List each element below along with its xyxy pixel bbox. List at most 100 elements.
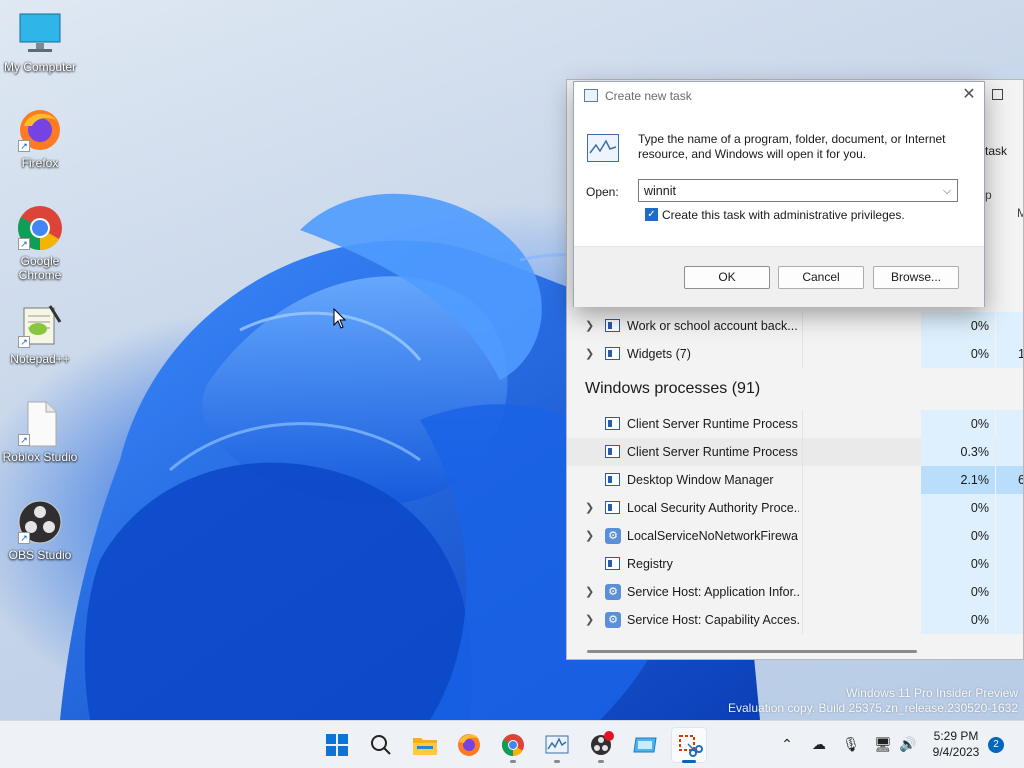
dialog-body: Type the name of a program, folder, docu… — [574, 110, 984, 246]
snipping-tool-icon — [679, 735, 703, 757]
process-name: Desktop Window Manager — [627, 473, 774, 487]
process-row[interactable]: Desktop Window Manager 2.1% 6 — [567, 466, 1023, 494]
chrome-icon — [502, 734, 524, 756]
open-label: Open: — [586, 185, 619, 199]
microphone-icon[interactable]: 🎙 — [840, 733, 862, 755]
obs-studio-icon: ↗ — [16, 498, 64, 546]
monitor-icon — [16, 10, 64, 58]
taskbar-chrome[interactable] — [495, 727, 531, 763]
taskbar-firefox[interactable] — [451, 727, 487, 763]
desktop-icon-google-chrome[interactable]: ↗ Google Chrome — [0, 204, 80, 282]
taskbar-remote-desktop[interactable] — [627, 727, 663, 763]
desktop-icon-label: Roblox Studio — [2, 450, 78, 464]
desktop-icon-roblox-studio[interactable]: ↗ Roblox Studio — [0, 400, 80, 464]
speaker-icon[interactable]: 🔊 — [897, 733, 919, 755]
desktop-icon-my-computer[interactable]: My Computer — [0, 10, 80, 74]
firefox-icon — [458, 734, 480, 756]
window-icon — [605, 347, 620, 360]
running-indicator — [554, 760, 560, 763]
taskbar-task-manager[interactable] — [539, 727, 575, 763]
window-icon — [605, 445, 620, 458]
close-icon[interactable]: ✕ — [961, 86, 977, 104]
process-cpu: 0% — [921, 410, 995, 438]
window-icon — [605, 557, 620, 570]
task-manager-icon — [545, 735, 569, 754]
process-name: Client Server Runtime Process — [627, 417, 798, 431]
open-combobox-input[interactable] — [638, 179, 958, 202]
process-row[interactable]: ❯ Widgets (7) 0% 1 — [567, 340, 1023, 368]
process-row[interactable]: Registry 0% — [567, 550, 1023, 578]
remote-desktop-icon — [633, 737, 657, 753]
taskbar: ⌃ ☁ 🎙 🖥 🔊 5:29 PM 9/4/2023 2 — [0, 720, 1024, 768]
desktop-icon-label: Notepad++ — [10, 352, 70, 366]
taskbar-file-explorer[interactable] — [407, 727, 443, 763]
process-row[interactable]: ❯ ⚙ LocalServiceNoNetworkFirewa... 0% — [567, 522, 1023, 550]
obs-studio-icon — [591, 731, 614, 755]
network-icon[interactable]: 🖥 — [872, 733, 894, 755]
window-icon — [605, 319, 620, 332]
chevron-right-icon[interactable]: ❯ — [585, 312, 594, 340]
process-name: Local Security Authority Proce... — [627, 501, 799, 515]
dialog-titlebar[interactable]: Create new task ✕ — [574, 82, 984, 110]
chevron-right-icon[interactable]: ❯ — [585, 522, 594, 550]
process-cpu: 0% — [921, 522, 995, 550]
column-header-partial: p — [985, 188, 992, 202]
process-cpu: 0% — [921, 494, 995, 522]
shortcut-arrow-icon: ↗ — [18, 434, 30, 446]
maximize-icon[interactable] — [992, 89, 1003, 100]
browse-button[interactable]: Browse... — [873, 266, 959, 289]
gear-icon: ⚙ — [605, 584, 621, 600]
chevron-right-icon[interactable]: ❯ — [585, 494, 594, 522]
process-row[interactable]: ❯ ⚙ Service Host: Application Infor... 0… — [567, 578, 1023, 606]
process-cpu: 0.3% — [921, 438, 995, 466]
running-indicator — [510, 760, 516, 763]
run-new-task-button[interactable]: task — [985, 144, 1007, 158]
onedrive-cloud-icon[interactable]: ☁ — [808, 733, 830, 755]
search-button[interactable] — [363, 727, 399, 763]
ok-button[interactable]: OK — [684, 266, 770, 289]
process-row[interactable]: Client Server Runtime Process 0% — [567, 410, 1023, 438]
admin-privileges-label[interactable]: Create this task with administrative pri… — [662, 208, 905, 222]
chevron-right-icon[interactable]: ❯ — [585, 340, 594, 368]
process-memory: 1 — [996, 340, 1023, 368]
taskbar-obs-studio[interactable] — [583, 727, 619, 763]
process-name: Service Host: Application Infor... — [627, 585, 799, 599]
chevron-right-icon[interactable]: ❯ — [585, 606, 594, 634]
desktop-icon-notepad-plus-plus[interactable]: ↗ Notepad++ — [0, 302, 80, 366]
admin-privileges-checkbox[interactable]: ✓ — [645, 208, 658, 221]
chevron-down-icon[interactable]: ⌵ — [939, 182, 955, 200]
desktop-icon-firefox[interactable]: ↗ Firefox — [0, 106, 80, 170]
process-list: ❯ Work or school account back... 0% ❯ Wi… — [567, 312, 1023, 634]
cancel-button[interactable]: Cancel — [778, 266, 864, 289]
run-program-icon — [587, 134, 619, 162]
process-memory — [996, 578, 1023, 606]
notification-badge[interactable]: 2 — [988, 737, 1004, 753]
process-row[interactable]: ❯ Work or school account back... 0% — [567, 312, 1023, 340]
process-memory: 6 — [996, 466, 1023, 494]
chevron-right-icon[interactable]: ❯ — [585, 578, 594, 606]
taskbar-snipping-tool[interactable] — [671, 727, 707, 763]
process-name: Widgets (7) — [627, 347, 691, 361]
file-icon: ↗ — [16, 400, 64, 448]
start-button[interactable] — [319, 727, 355, 763]
process-memory — [996, 606, 1023, 634]
firefox-icon: ↗ — [16, 106, 64, 154]
dialog-title: Create new task — [605, 89, 692, 103]
process-name: Client Server Runtime Process — [627, 445, 798, 459]
horizontal-scrollbar[interactable] — [587, 650, 917, 653]
process-row[interactable]: Client Server Runtime Process 0.3% — [567, 438, 1023, 466]
clock[interactable]: 5:29 PM 9/4/2023 — [928, 728, 984, 760]
dialog-message: Type the name of a program, folder, docu… — [638, 132, 946, 161]
notepad-plus-plus-icon: ↗ — [16, 302, 64, 350]
active-indicator — [682, 760, 696, 763]
process-row[interactable]: ❯ Local Security Authority Proce... 0% — [567, 494, 1023, 522]
process-cpu: 0% — [921, 606, 995, 634]
desktop-icon-obs-studio[interactable]: ↗ OBS Studio — [0, 498, 80, 562]
process-row[interactable]: ❯ ⚙ Service Host: Capability Acces... 0% — [567, 606, 1023, 634]
section-title: Windows processes (91) — [585, 380, 761, 397]
shortcut-arrow-icon: ↗ — [18, 336, 30, 348]
show-hidden-icons-chevron-up-icon[interactable]: ⌃ — [776, 733, 798, 755]
process-name: Work or school account back... — [627, 319, 798, 333]
chrome-icon: ↗ — [16, 204, 64, 252]
section-header-windows-processes: Windows processes (91) — [567, 368, 1023, 410]
